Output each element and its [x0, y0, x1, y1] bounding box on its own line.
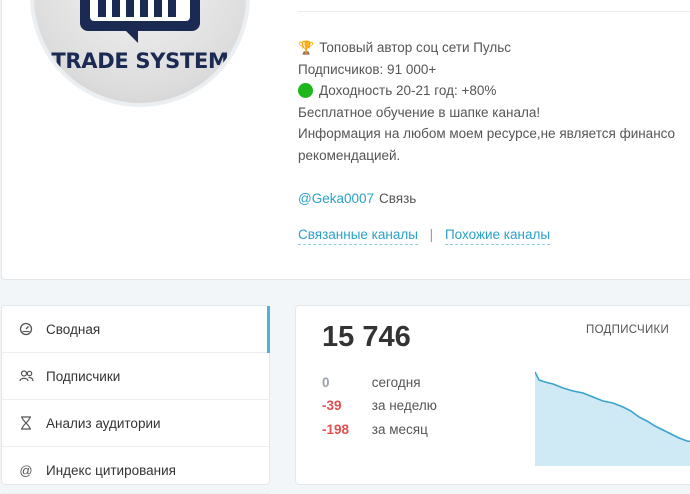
menu-item-audience[interactable]: Анализ аудитории: [2, 400, 269, 447]
stat-label: сегодня: [371, 375, 421, 390]
stat-label: за месяц: [371, 422, 428, 437]
subscribers-stats-card: 15 746 ПОДПИСЧИКИ 0 сегодня -39 за недел…: [295, 305, 690, 485]
green-circle-icon: [298, 83, 313, 99]
channel-avatar[interactable]: TRADE SYSTEM: [30, 0, 250, 107]
dashboard-icon: [18, 321, 34, 337]
subscribers-sparkline: [535, 371, 690, 466]
description-line: Информация на любом моем ресурсе,не явля…: [298, 126, 676, 141]
description-line: 🏆 Топовый автор соц сети Пульс: [298, 37, 675, 59]
description-line: Подписчиков: 91 000+: [298, 61, 437, 77]
stat-row-month: -198 за месяц: [322, 422, 428, 437]
channel-header-card: TRADE SYSTEM 🏆 Топовый автор соц сети Пу…: [1, 0, 690, 280]
stat-row-week: -39 за неделю: [322, 398, 437, 413]
contact-line: @Geka0007 Связь: [298, 188, 675, 210]
hourglass-icon: [18, 415, 34, 431]
menu-item-citation[interactable]: @ Индекс цитирования: [2, 447, 269, 494]
links-separator: |: [429, 227, 434, 242]
description-line: Бесплатное обучение в шапке канала!: [298, 104, 541, 120]
menu-item-summary[interactable]: Сводная: [2, 306, 270, 353]
description-line: Доходность 20-21 год: +80%: [298, 80, 675, 102]
trophy-icon: 🏆: [298, 40, 315, 55]
stat-value: 0: [322, 375, 330, 390]
subscribers-count: 15 746: [322, 321, 411, 353]
related-channels-link[interactable]: Связанные каналы: [298, 227, 418, 245]
contact-link[interactable]: @Geka0007: [298, 188, 374, 210]
logo-text: TRADE SYSTEM: [51, 49, 229, 73]
section-menu: Сводная Подписчики Анализ аудитории @ Ин…: [1, 305, 270, 494]
divider: [298, 11, 690, 12]
users-icon: [18, 368, 34, 384]
channel-links: Связанные каналы | Похожие каналы: [298, 227, 551, 245]
contact-label: Связь: [379, 191, 417, 206]
stat-value: -198: [322, 422, 350, 437]
channel-description: 🏆 Топовый автор соц сети Пульс Подписчик…: [298, 37, 675, 210]
menu-item-subscribers[interactable]: Подписчики: [2, 353, 269, 400]
at-icon: @: [19, 462, 33, 478]
stat-row-today: 0 сегодня: [322, 375, 421, 390]
subscribers-label: ПОДПИСЧИКИ: [586, 324, 670, 336]
stat-value: -39: [322, 398, 342, 413]
stat-label: за неделю: [371, 398, 437, 413]
similar-channels-link[interactable]: Похожие каналы: [444, 227, 551, 245]
description-line: рекомендацией.: [298, 147, 401, 163]
